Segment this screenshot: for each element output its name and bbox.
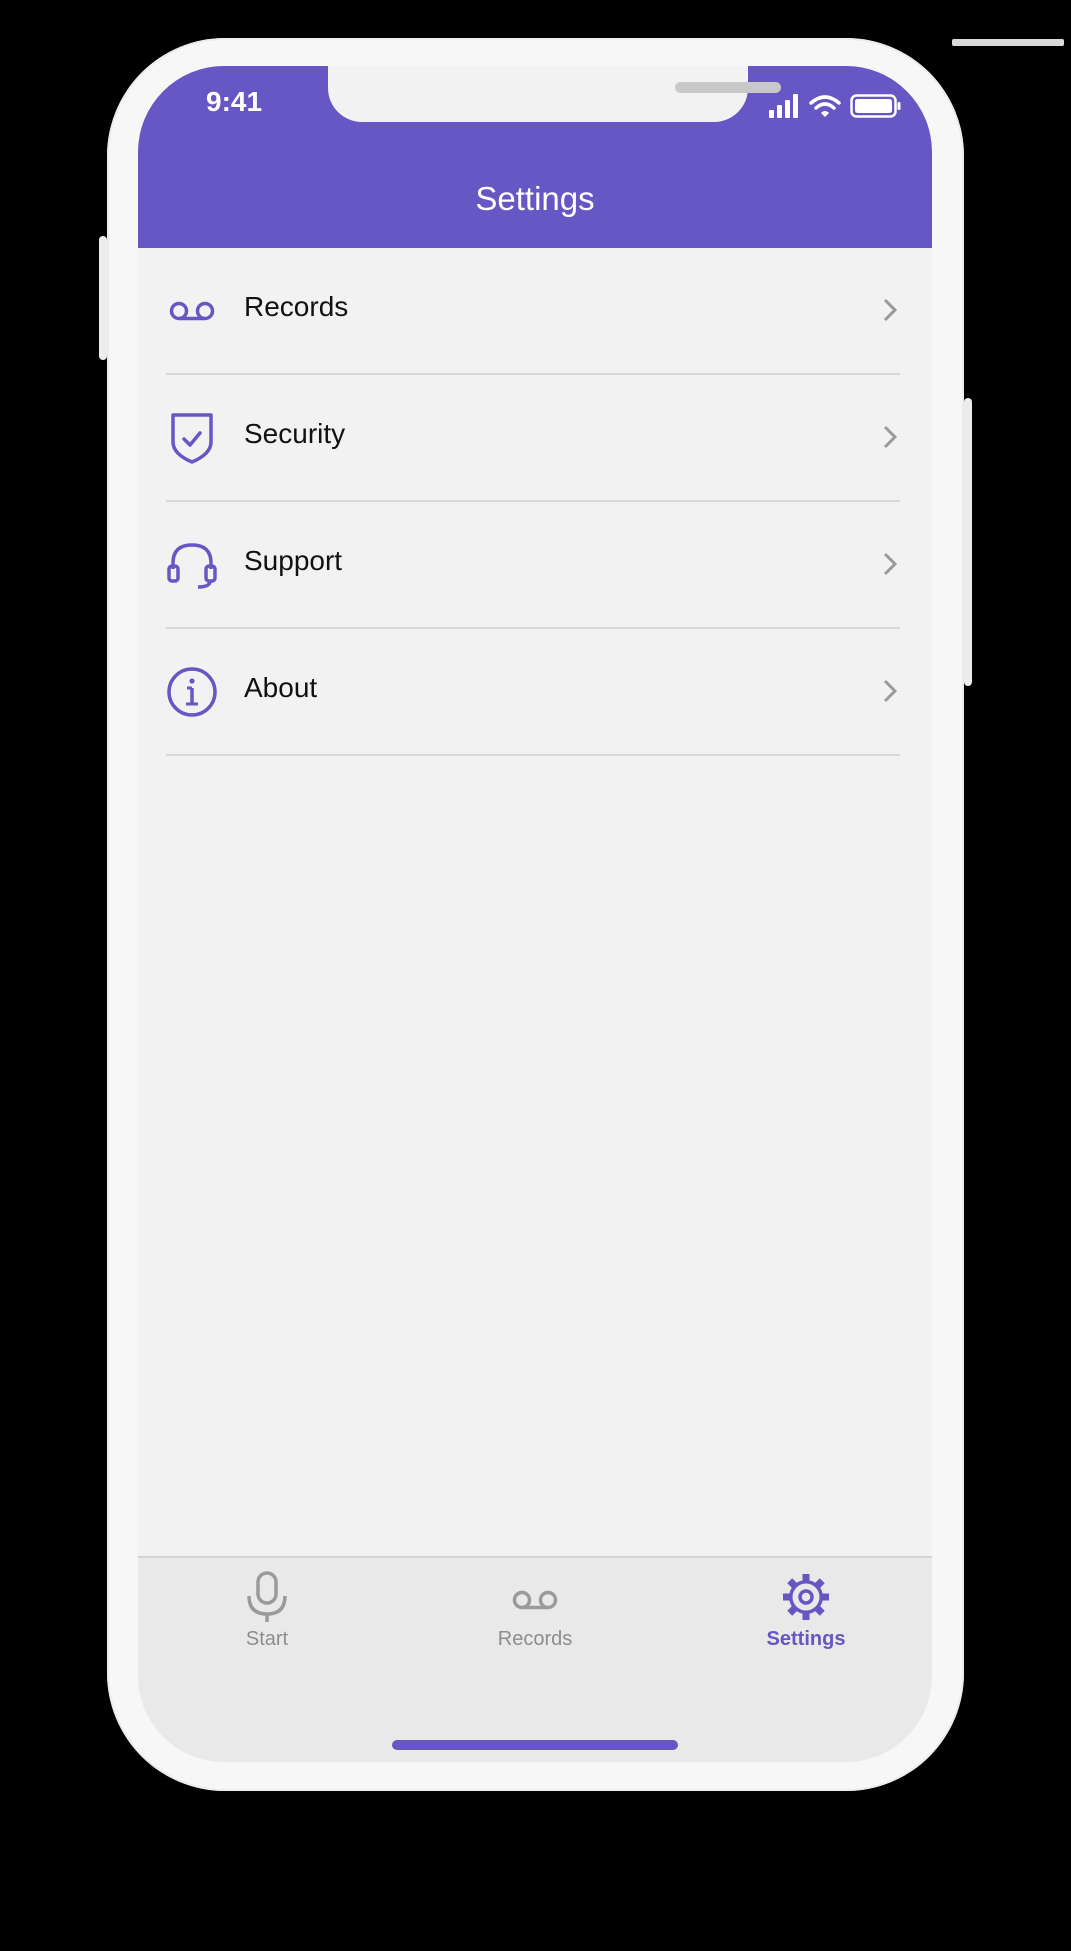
settings-item-support[interactable]: Support [166,502,900,629]
settings-item-label: About [244,672,318,703]
decorative-line [952,39,1064,46]
header-bar: 9:41 Settings [138,66,932,248]
gear-icon [783,1574,829,1620]
shield-check-icon [171,413,213,464]
notch [328,66,781,122]
tab-label: Records [497,1628,573,1650]
tab-records[interactable]: Records [455,1558,615,1668]
headset-icon [167,543,217,589]
voicemail-icon [169,301,215,321]
settings-list: Records Security Support About [166,248,900,756]
settings-item-label: Records [244,291,349,322]
tab-label: Start [245,1628,289,1650]
settings-item-records[interactable]: Records [166,248,900,375]
battery-icon [850,94,901,118]
status-time: 9:41 [206,86,263,117]
tab-label: Settings [766,1628,846,1650]
settings-item-about[interactable]: About [166,629,900,756]
side-button [99,236,107,360]
settings-item-security[interactable]: Security [166,375,900,502]
microphone-icon [247,1571,287,1622]
page-title: Settings [475,180,595,217]
voicemail-icon [512,1590,558,1610]
side-button [964,398,972,686]
tab-settings[interactable]: Settings [726,1558,886,1668]
chevron-right-icon [883,552,898,576]
wifi-icon [809,95,841,117]
signal-icon [769,94,798,118]
tab-bar: Start Records Settings [138,1556,932,1762]
settings-item-label: Support [244,545,343,576]
app-screen: 9:41 Settings Records Security Support A… [138,66,932,1762]
home-indicator[interactable] [392,1740,678,1750]
status-icons [768,94,902,118]
info-icon [167,667,217,717]
settings-item-label: Security [244,418,346,449]
chevron-right-icon [883,679,898,703]
chevron-right-icon [883,425,898,449]
speaker [675,82,781,93]
tab-start[interactable]: Start [187,1558,347,1668]
chevron-right-icon [883,298,898,322]
